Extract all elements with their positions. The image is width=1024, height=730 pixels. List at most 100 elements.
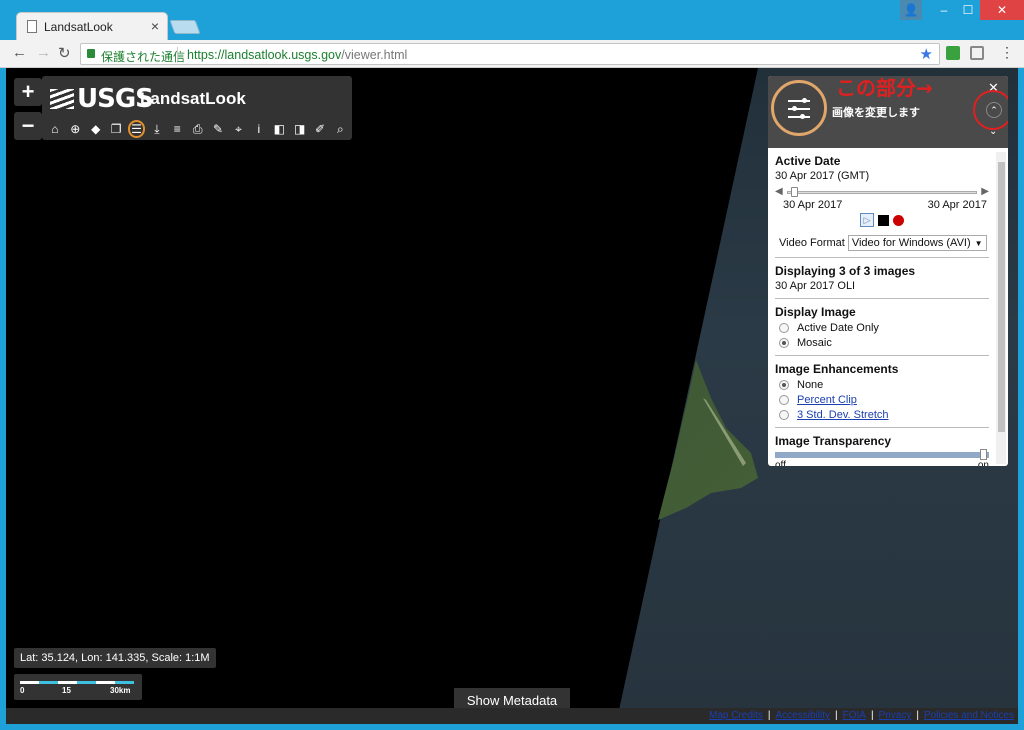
percent-clip-link[interactable]: Percent Clip [797, 394, 857, 406]
close-window-button[interactable]: ✕ [980, 0, 1024, 20]
tab-close-icon[interactable]: × [151, 18, 159, 34]
radio-label: Active Date Only [797, 322, 879, 334]
footer-separator: | [916, 710, 919, 721]
video-format-select[interactable]: Video for Windows (AVI) ▼ [847, 235, 987, 251]
zoom-out-button[interactable]: − [14, 112, 42, 140]
footer-links: Map Credits | Accessibility | FOIA | Pri… [709, 710, 1014, 721]
search-icon[interactable]: ⌕ [332, 120, 350, 138]
image-panel: 画像を変更します ✕ ⌃ ⌄ Active Date 30 Apr 2017 (… [768, 76, 1008, 466]
slider-handle[interactable] [791, 187, 798, 197]
displaying-value: 30 Apr 2017 OLI [775, 280, 856, 292]
browser-tab[interactable]: LandsatLook × [16, 12, 168, 40]
video-format-value: Video for Windows (AVI) [851, 237, 971, 249]
footer-link-policies[interactable]: Policies and Notices [924, 710, 1014, 721]
slider-knob [800, 114, 805, 119]
slider-knob [802, 98, 807, 103]
home-icon[interactable]: ⌂ [46, 120, 64, 138]
zoom-in-button[interactable]: + [14, 78, 42, 106]
active-date-value: 30 Apr 2017 (GMT) [775, 170, 870, 182]
radio-std-dev-stretch[interactable]: 3 Std. Dev. Stretch [775, 409, 989, 421]
transparency-slider[interactable] [775, 449, 989, 460]
record-icon[interactable] [893, 214, 904, 226]
date-range-slider[interactable]: ◀ ▶ [775, 186, 989, 198]
annotation-label: この部分→ [836, 76, 933, 100]
radio-button[interactable] [779, 410, 789, 420]
adjust-icon[interactable]: ☰ [127, 120, 146, 138]
radio-button[interactable] [779, 395, 789, 405]
url-text[interactable]: https://landsatlook.usgs.gov/viewer.html [187, 48, 407, 62]
radio-none[interactable]: None [775, 379, 989, 391]
print-icon[interactable]: ⎙ [189, 120, 207, 138]
footer-link-foia[interactable]: FOIA [843, 710, 866, 721]
transparency-heading: Image Transparency [775, 434, 892, 448]
transparency-labels: off on [775, 460, 989, 466]
reload-button[interactable]: ↻ [58, 44, 71, 62]
stack-icon[interactable]: ≡ [168, 120, 186, 138]
stop-icon[interactable] [878, 214, 889, 226]
address-bar[interactable]: 保護された通信 https://landsatlook.usgs.gov/vie… [80, 43, 940, 65]
back-button[interactable]: ← [12, 44, 27, 61]
pin-icon[interactable]: ⌖ [230, 120, 248, 138]
coordinate-readout: Lat: 35.124, Lon: 141.335, Scale: 1:1M [14, 648, 216, 668]
radio-button[interactable] [779, 338, 789, 348]
browser-menu-icon[interactable]: ⋮ [1000, 44, 1014, 61]
target-icon[interactable]: ⊕ [66, 120, 84, 138]
slider-right-arrow-icon[interactable]: ▶ [981, 186, 989, 197]
divider [775, 355, 989, 356]
window-controls: 👤 – ☐ ✕ [900, 0, 1024, 20]
browser-title-bar: LandsatLook × 👤 – ☐ ✕ [0, 0, 1024, 40]
pocket-extension-icon[interactable] [970, 46, 984, 60]
tab-title: LandsatLook [44, 20, 113, 34]
footer: Map Credits | Accessibility | FOIA | Pri… [6, 708, 1018, 724]
pencil-icon[interactable]: ✎ [209, 120, 227, 138]
displaying-heading: Displaying 3 of 3 images [775, 264, 916, 278]
edit-icon[interactable]: ✐ [311, 120, 329, 138]
panel-body: Active Date 30 Apr 2017 (GMT) ◀ ▶ 30 Apr… [768, 148, 996, 466]
tag-icon[interactable]: ◆ [87, 120, 105, 138]
new-tab-button[interactable] [169, 20, 201, 34]
map-viewport[interactable]: + − USGS LandsatLook ⌂ ⊕ ◆ ❐ ☰ ⤓ ≡ ⎙ ✎ ⌖ i ◧ ◨ ✐ ⌕ Lat… [6, 68, 1018, 724]
panel-scrollbar[interactable] [996, 152, 1006, 464]
transparency-min-label: off [775, 460, 786, 466]
radio-button[interactable] [779, 380, 789, 390]
radio-button[interactable] [779, 323, 789, 333]
extension-icon[interactable] [946, 46, 960, 60]
divider [775, 257, 989, 258]
maximize-button[interactable]: ☐ [956, 0, 980, 20]
radio-active-date-only[interactable]: Active Date Only [775, 322, 989, 334]
radio-label: None [797, 379, 824, 391]
transparency-handle[interactable] [980, 449, 987, 460]
minimize-button[interactable]: – [932, 0, 956, 20]
scrollbar-thumb[interactable] [998, 162, 1005, 432]
url-path: /viewer.html [341, 48, 408, 62]
usgs-logo: USGS [50, 84, 154, 114]
bookmark-star-icon[interactable]: ★ [920, 45, 933, 63]
footer-link-map-credits[interactable]: Map Credits [709, 710, 763, 721]
radio-percent-clip[interactable]: Percent Clip [775, 394, 989, 406]
caret-down-icon: ▼ [974, 238, 983, 248]
slider-track[interactable] [787, 191, 977, 194]
adjust-sliders-icon [771, 80, 827, 136]
download-icon[interactable]: ⤓ [148, 120, 166, 138]
slider-line [788, 116, 810, 118]
active-date-heading: Active Date [775, 154, 841, 168]
footer-link-privacy[interactable]: Privacy [879, 710, 912, 721]
info-icon[interactable]: i [250, 120, 268, 138]
secure-label: 保護された通信 [101, 50, 186, 64]
radio-mosaic[interactable]: Mosaic [775, 337, 989, 349]
forward-button[interactable]: → [36, 44, 51, 61]
compare-icon[interactable]: ◧ [270, 120, 288, 138]
layers-icon[interactable]: ❐ [107, 120, 125, 138]
std-dev-stretch-link[interactable]: 3 Std. Dev. Stretch [797, 409, 889, 421]
footer-link-accessibility[interactable]: Accessibility [776, 710, 830, 721]
annotation-circle [973, 90, 1008, 130]
radio-label: Mosaic [797, 337, 832, 349]
video-format-label: Video Format [779, 237, 845, 249]
slider-left-arrow-icon[interactable]: ◀ [775, 186, 783, 197]
play-icon[interactable]: ▷ [860, 213, 874, 227]
bookmark-icon[interactable]: ◨ [291, 120, 309, 138]
user-icon[interactable]: 👤 [900, 0, 922, 20]
app-header: USGS LandsatLook ⌂ ⊕ ◆ ❐ ☰ ⤓ ≡ ⎙ ✎ ⌖ i ◧ ◨ ✐ ⌕ [42, 76, 352, 140]
divider [775, 427, 989, 428]
slider-knob [792, 106, 797, 111]
